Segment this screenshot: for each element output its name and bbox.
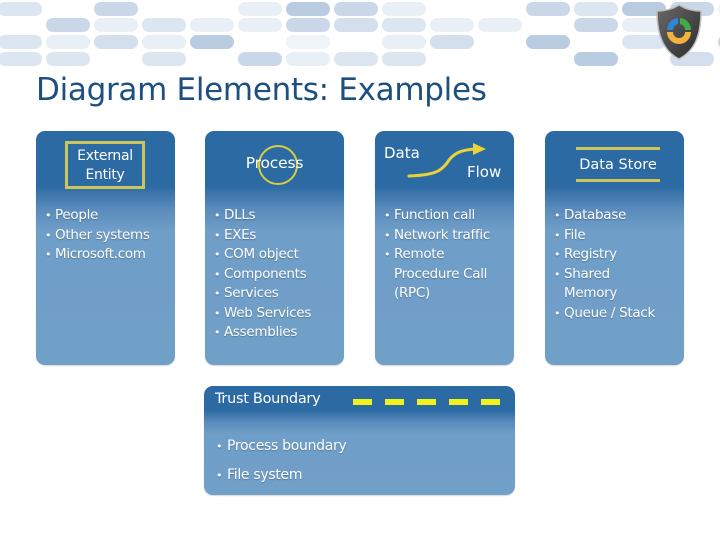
data-store-bottom-line-symbol [576,179,660,182]
list-item-continuation: (RPC) [394,285,430,301]
banner-pill [430,18,474,32]
data-flow-title-flow: Flow [467,163,502,181]
banner-pill [574,18,618,32]
list-item: Assemblies [205,323,311,343]
banner-pill [286,35,330,49]
banner-pill [0,35,42,49]
external-entity-title-line: Entity [85,167,125,183]
banner-pill [238,18,282,32]
list-item-text: Shared [564,265,610,282]
banner-pill [94,35,138,49]
trust-boundary-dash-symbol [417,399,436,405]
list-item: Microsoft.com [36,245,150,265]
trust-boundary-dash-symbol [353,399,372,405]
data-flow-title-data: Data [384,144,420,162]
trust-boundary-examples: Process boundary File system [204,432,347,490]
banner-pill [382,52,426,66]
process-examples: DLLs EXEs COM object Components Services… [205,206,311,343]
list-item: Components [205,265,311,285]
list-item: DLLs [205,206,311,226]
banner-pill [382,2,426,16]
banner-pill [286,18,330,32]
banner-pill [382,35,426,49]
list-item: File [545,226,655,246]
list-item: Registry [545,245,655,265]
list-item: Process boundary [204,432,347,461]
external-entity-card: External Entity People Other systems Mic… [36,131,175,365]
banner-pill [334,18,378,32]
banner-pill [286,2,330,16]
data-store-title: Data Store [579,157,657,173]
data-store-top-line-symbol [576,147,660,150]
banner-pill [190,18,234,32]
external-entity-rectangle-symbol: External Entity [65,141,145,189]
banner-pill [46,18,90,32]
process-card: Process DLLs EXEs COM object Components … [205,131,344,365]
trust-boundary-title: Trust Boundary [215,391,321,407]
decorative-banner [0,0,720,72]
banner-pill [286,52,330,66]
list-item: Web Services [205,304,311,324]
data-store-card: Data Store Database File Registry Shared… [545,131,684,365]
banner-pill [526,2,570,16]
list-item: Services [205,284,311,304]
banner-pill [382,18,426,32]
list-item: Database [545,206,655,226]
trust-boundary-dash-symbol [481,399,500,405]
banner-pill [238,52,282,66]
banner-pill [574,52,618,66]
data-store-examples: Database File Registry Shared Memory Que… [545,206,655,323]
external-entity-examples: People Other systems Microsoft.com [36,206,150,265]
list-item: COM object [205,245,311,265]
banner-pill [142,35,186,49]
list-item: Network traffic [375,226,490,246]
banner-pill [142,18,186,32]
list-item-continuation: Memory [564,285,618,301]
banner-pill [94,2,138,16]
banner-pill [526,35,570,49]
list-item-continuation: Procedure Call [394,265,488,282]
banner-pill [142,52,186,66]
banner-pill [334,52,378,66]
banner-pill [46,35,90,49]
banner-pill [0,2,42,16]
trust-boundary-dash-symbol [385,399,404,405]
shield-refresh-logo-icon [656,4,702,60]
list-item: Function call [375,206,490,226]
banner-pill [334,2,378,16]
process-title: Process [245,154,304,172]
banner-pill [94,18,138,32]
banner-pill [46,52,90,66]
banner-pill [0,52,42,66]
list-item: File system [204,461,346,490]
list-item: EXEs [205,226,311,246]
trust-boundary-card: Trust Boundary Process boundary File sys… [204,386,515,495]
list-item: Other systems [36,226,150,246]
banner-pill [238,2,282,16]
trust-boundary-dash-symbol [449,399,468,405]
data-flow-examples: Function call Network traffic Remote Pro… [375,206,490,304]
list-item: Queue / Stack [545,304,655,324]
list-item: Remote Procedure Call (RPC) [375,245,490,304]
banner-pill [430,35,474,49]
list-item-text: Remote [394,246,445,262]
list-item: People [36,206,150,226]
banner-pill [478,18,522,32]
data-flow-card: Data Flow Function call Network traffic … [375,131,514,365]
banner-pill [190,35,234,49]
banner-pill [574,2,618,16]
list-item: Shared Memory [545,265,655,304]
external-entity-title-line: External [77,148,133,164]
page-title: Diagram Elements: Examples [36,72,487,108]
